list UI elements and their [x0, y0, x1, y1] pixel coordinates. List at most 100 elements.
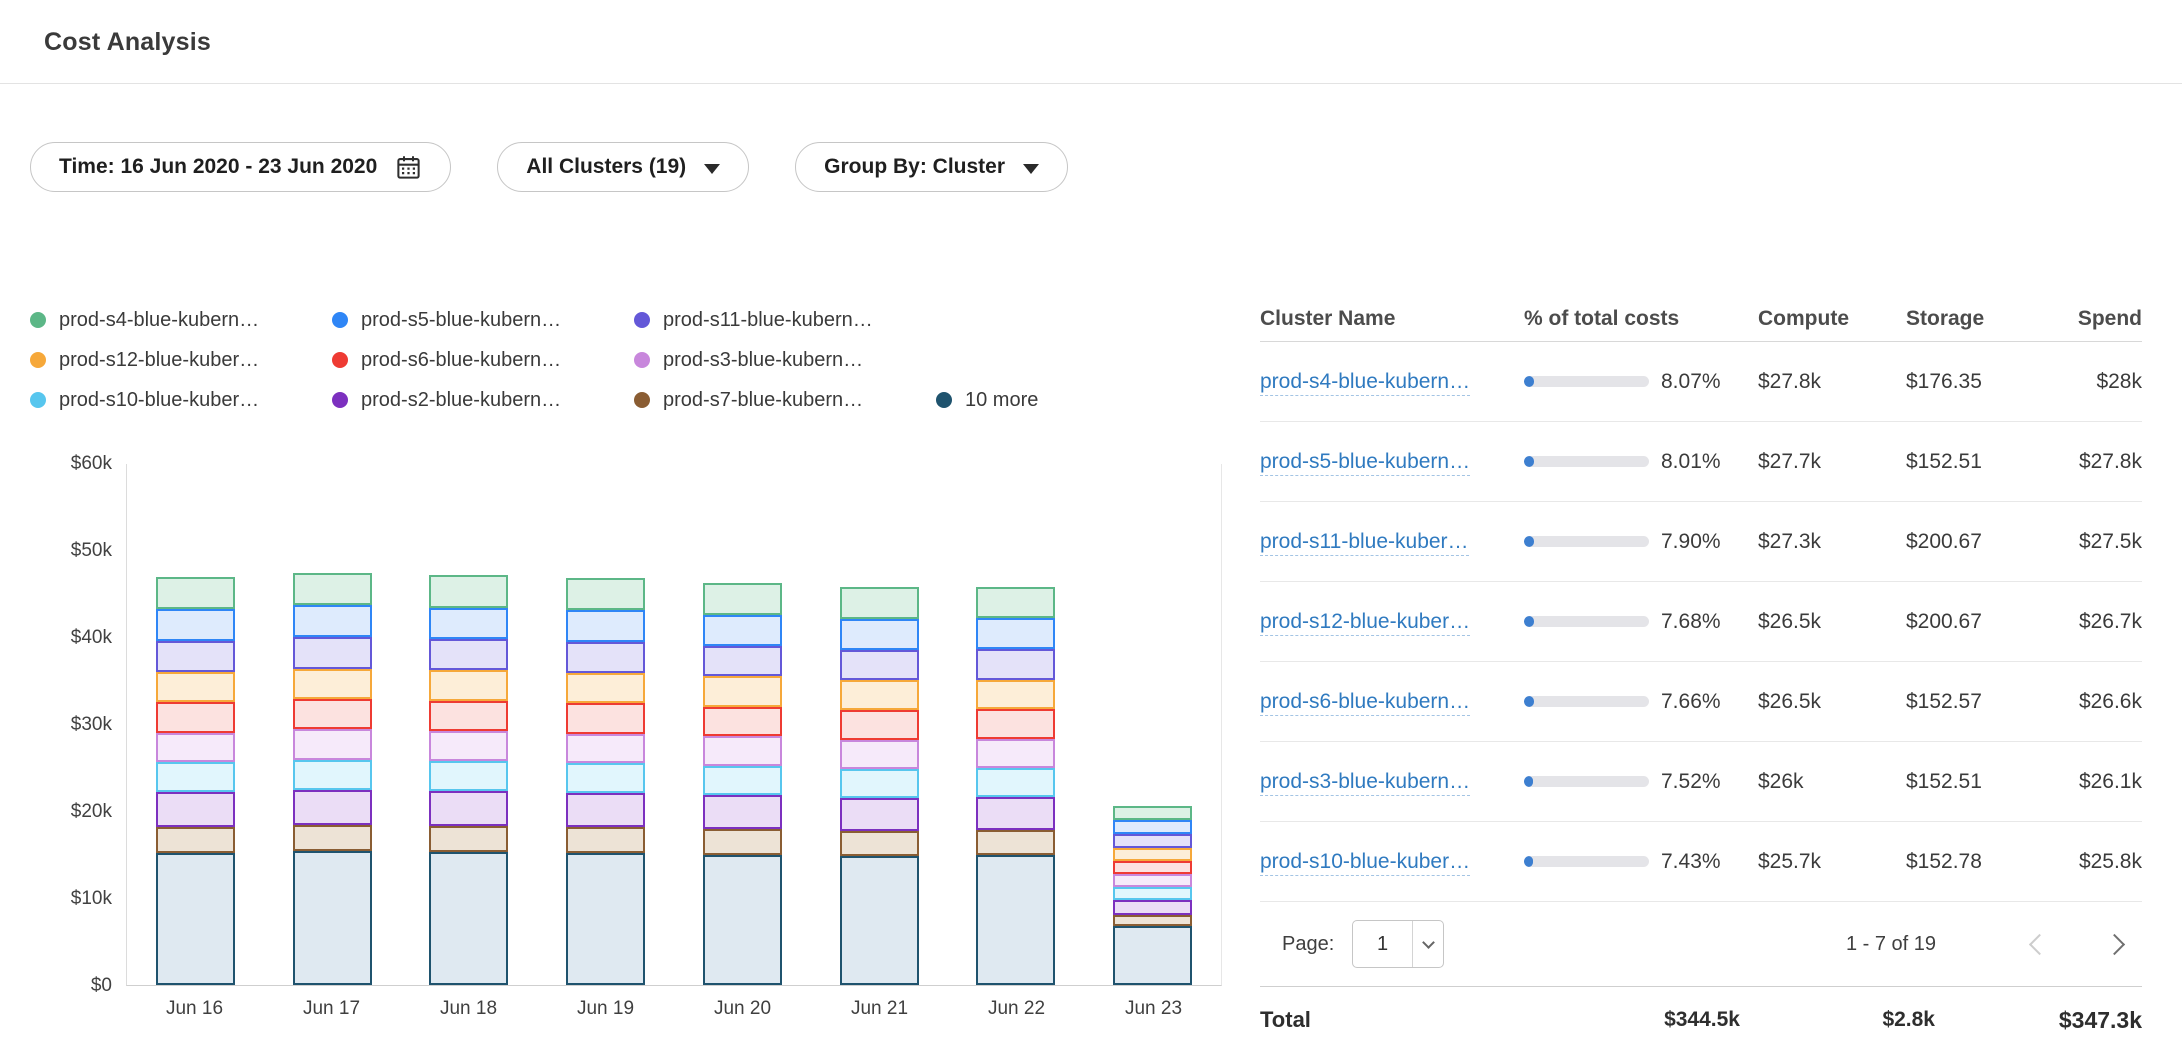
column-header: Spend	[2056, 307, 2142, 331]
bar-segment	[703, 615, 782, 646]
spend-value: $25.8k	[2056, 850, 2142, 874]
compute-value: $25.7k	[1758, 850, 1906, 874]
legend-item[interactable]: prod-s4-blue-kubern…	[30, 309, 332, 332]
bar-segment	[703, 829, 782, 854]
legend-swatch-icon	[634, 312, 650, 328]
column-header: Cluster Name	[1260, 307, 1524, 331]
page-select[interactable]: 1	[1352, 920, 1444, 968]
legend-item[interactable]: prod-s3-blue-kubern…	[634, 349, 863, 372]
pct-bar-fill	[1524, 376, 1534, 387]
clusters-filter-label: All Clusters (19)	[526, 155, 686, 179]
group-by-filter-label: Group By: Cluster	[824, 155, 1005, 179]
stacked-bar-chart: $0$10k$20k$30k$40k$50k$60k Jun 16Jun 17J…	[30, 464, 1260, 1020]
legend-item[interactable]: prod-s12-blue-kuber…	[30, 349, 332, 372]
bar-segment	[156, 853, 235, 985]
bar-segment	[976, 618, 1055, 649]
bar-segment	[566, 673, 645, 703]
legend-swatch-icon	[30, 392, 46, 408]
group-by-filter-button[interactable]: Group By: Cluster	[795, 142, 1068, 192]
cluster-link[interactable]: prod-s10-blue-kuber…	[1260, 850, 1470, 876]
x-axis-label: Jun 20	[698, 998, 788, 1020]
legend-swatch-icon	[30, 312, 46, 328]
compute-value: $26k	[1758, 770, 1906, 794]
bar-segment	[566, 763, 645, 793]
pagination-range: 1 - 7 of 19	[1846, 933, 1936, 956]
pct-bar-track	[1524, 536, 1649, 547]
bar-segment	[566, 610, 645, 641]
spend-value: $26.1k	[2056, 770, 2142, 794]
bar-segment	[156, 733, 235, 763]
total-label: Total	[1260, 1007, 1420, 1033]
bar-segment	[976, 855, 1055, 985]
y-axis-tick: $60k	[71, 453, 112, 475]
x-axis: Jun 16Jun 17Jun 18Jun 19Jun 20Jun 21Jun …	[126, 998, 1222, 1020]
pct-cell: 7.90%	[1524, 530, 1758, 554]
bar-segment	[429, 670, 508, 700]
chart-plot-area	[126, 464, 1222, 986]
chart-bar-jun-19[interactable]	[566, 578, 645, 985]
bar-segment	[429, 852, 508, 985]
spend-value: $26.6k	[2056, 690, 2142, 714]
legend-item[interactable]: prod-s2-blue-kubern…	[332, 389, 634, 412]
bar-segment	[293, 699, 372, 729]
bar-segment	[1113, 887, 1192, 900]
cluster-name-cell: prod-s10-blue-kuber…	[1260, 850, 1524, 874]
time-filter-button[interactable]: Time: 16 Jun 2020 - 23 Jun 2020	[30, 142, 451, 192]
spend-value: $28k	[2056, 370, 2142, 394]
chart-bar-jun-20[interactable]	[703, 583, 782, 985]
bar-segment	[566, 642, 645, 673]
storage-value: $152.57	[1906, 690, 2056, 714]
spend-value: $27.5k	[2056, 530, 2142, 554]
chart-bar-jun-21[interactable]	[840, 587, 919, 985]
clusters-filter-button[interactable]: All Clusters (19)	[497, 142, 749, 192]
filter-bar: Time: 16 Jun 2020 - 23 Jun 2020 All Clus…	[30, 142, 2182, 192]
cluster-link[interactable]: prod-s5-blue-kubern…	[1260, 450, 1470, 476]
bar-segment	[703, 583, 782, 614]
chevron-down-icon	[1422, 936, 1435, 949]
pct-bar-track	[1524, 376, 1649, 387]
bar-segment	[293, 790, 372, 825]
pct-bar-track	[1524, 456, 1649, 467]
page-label: Page:	[1282, 933, 1334, 956]
previous-page-button[interactable]	[2029, 933, 2050, 954]
legend-swatch-icon	[332, 392, 348, 408]
cluster-link[interactable]: prod-s6-blue-kubern…	[1260, 690, 1470, 716]
legend-row: prod-s12-blue-kuber… prod-s6-blue-kubern……	[30, 340, 1260, 380]
chart-bar-jun-16[interactable]	[156, 577, 235, 985]
pct-cell: 8.01%	[1524, 450, 1758, 474]
legend-item[interactable]: prod-s6-blue-kubern…	[332, 349, 634, 372]
cluster-name-cell: prod-s6-blue-kubern…	[1260, 690, 1524, 714]
legend-item[interactable]: 10 more	[936, 389, 1038, 412]
legend-label: prod-s12-blue-kuber…	[59, 349, 259, 372]
pct-cell: 8.07%	[1524, 370, 1758, 394]
x-axis-label: Jun 21	[835, 998, 925, 1020]
chart-bar-jun-17[interactable]	[293, 573, 372, 985]
next-page-button[interactable]	[2104, 933, 2125, 954]
chart-bar-jun-23[interactable]	[1113, 806, 1192, 985]
bar-segment	[156, 577, 235, 609]
compute-value: $27.7k	[1758, 450, 1906, 474]
pct-bar-track	[1524, 776, 1649, 787]
bar-segment	[976, 649, 1055, 679]
x-axis-label: Jun 19	[561, 998, 651, 1020]
cluster-link[interactable]: prod-s4-blue-kubern…	[1260, 370, 1470, 396]
storage-value: $152.51	[1906, 770, 2056, 794]
x-axis-label: Jun 16	[150, 998, 240, 1020]
cluster-link[interactable]: prod-s3-blue-kubern…	[1260, 770, 1470, 796]
pct-value: 8.01%	[1661, 450, 1721, 474]
legend-item[interactable]: prod-s10-blue-kuber…	[30, 389, 332, 412]
pct-bar-fill	[1524, 776, 1533, 787]
legend-item[interactable]: prod-s5-blue-kubern…	[332, 309, 634, 332]
legend-label: prod-s4-blue-kubern…	[59, 309, 259, 332]
chart-bar-jun-18[interactable]	[429, 575, 508, 985]
chart-bar-jun-22[interactable]	[976, 587, 1055, 985]
legend-item[interactable]: prod-s11-blue-kubern…	[634, 309, 873, 332]
bar-segment	[293, 669, 372, 699]
chevron-down-icon	[1023, 164, 1039, 174]
legend-swatch-icon	[332, 352, 348, 368]
x-axis-label: Jun 23	[1109, 998, 1199, 1020]
cluster-link[interactable]: prod-s12-blue-kuber…	[1260, 610, 1470, 636]
bar-segment	[976, 680, 1055, 710]
legend-item[interactable]: prod-s7-blue-kubern…	[634, 389, 936, 412]
cluster-link[interactable]: prod-s11-blue-kuber…	[1260, 530, 1469, 556]
